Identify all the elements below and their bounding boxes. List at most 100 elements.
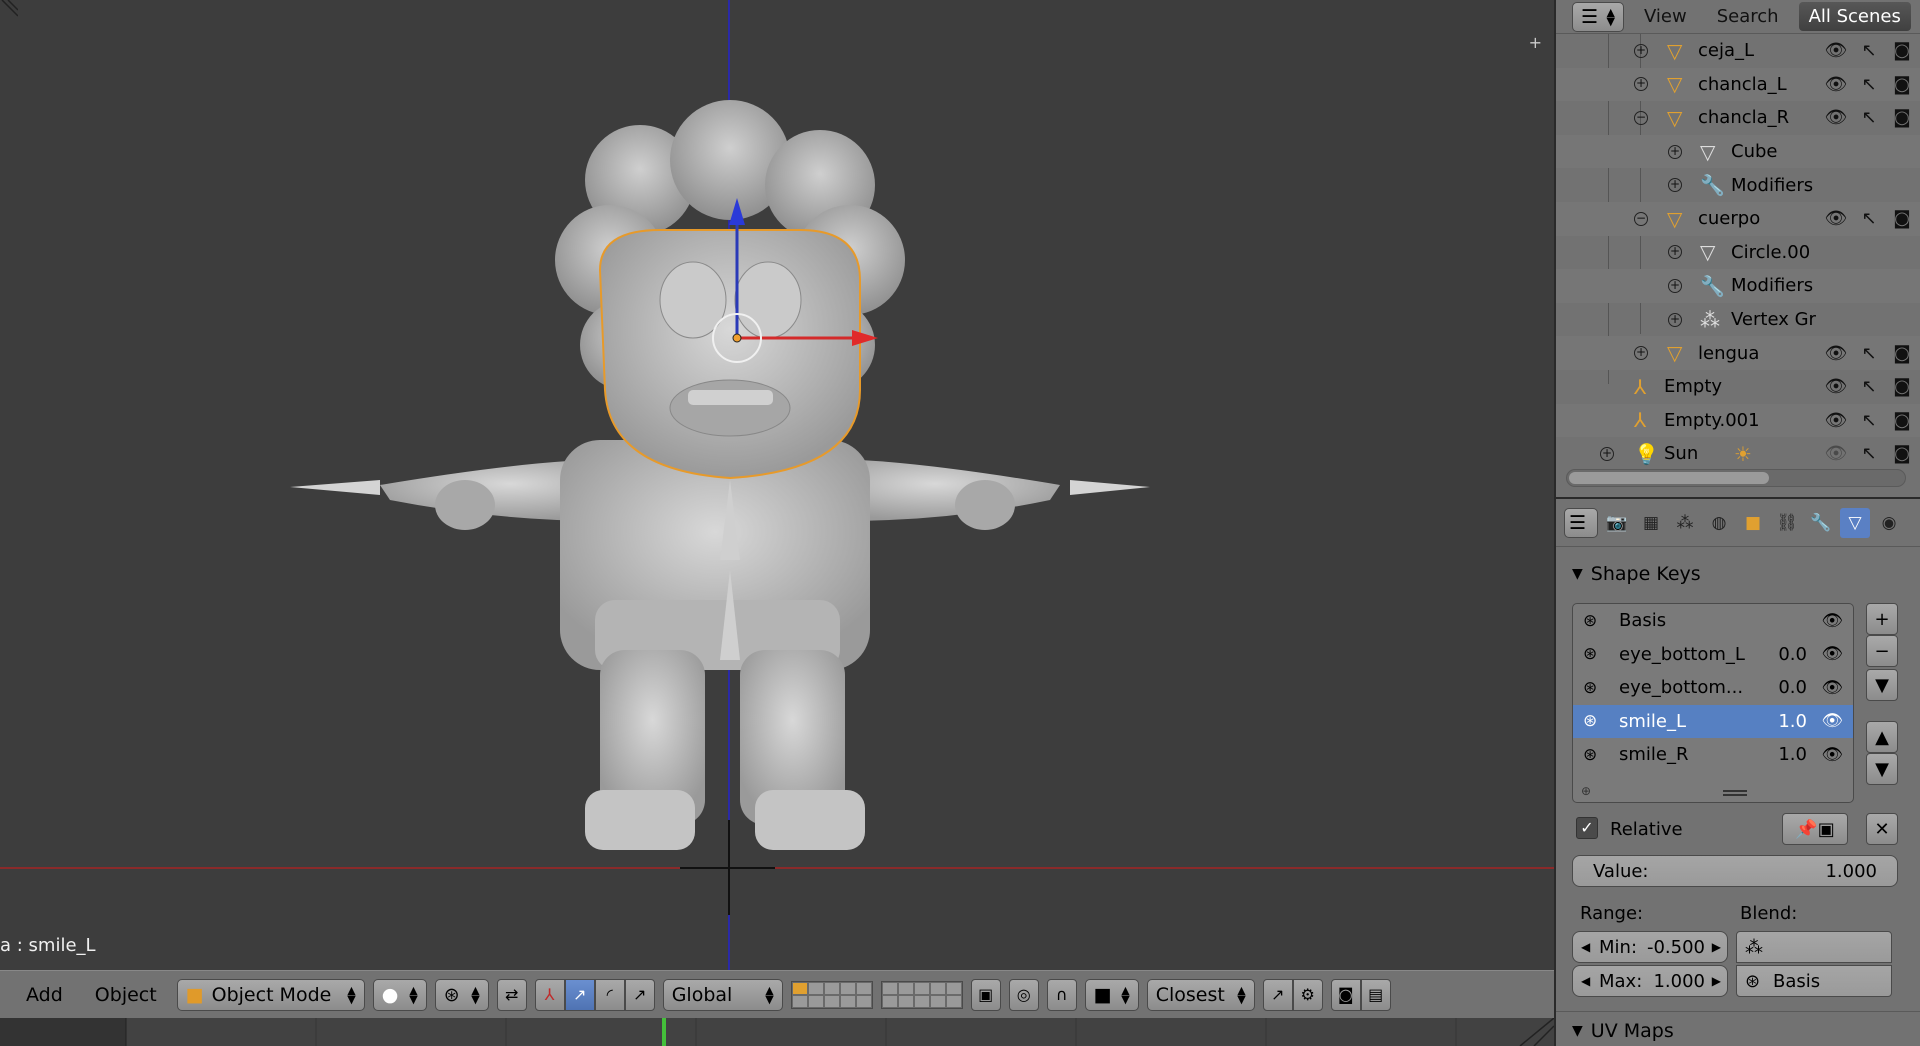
outliner-row-sun[interactable]: + 💡 Sun ☀ 👁 ↖ ◙ — [1556, 437, 1920, 471]
camera-icon[interactable]: ◙ — [1890, 40, 1914, 61]
data-tab-icon[interactable]: ▽ — [1840, 507, 1870, 538]
object-tab-icon[interactable]: ■ — [1738, 508, 1768, 538]
render-animation-icon[interactable]: ▤ — [1360, 978, 1391, 1011]
shape-key-specials-button[interactable]: ▼ — [1866, 669, 1898, 701]
outliner-row-lengua[interactable]: + ▽ lengua 👁 ↖ ◙ — [1556, 336, 1920, 370]
layer-grid-2[interactable] — [880, 980, 963, 1009]
shape-key-row[interactable]: ⊛ eye_bottom_L 0.0 👁 — [1573, 638, 1853, 672]
shape-key-value[interactable]: 1.0 — [1778, 744, 1807, 765]
select-arrow-icon[interactable]: ↖ — [1857, 343, 1881, 364]
expand-icon[interactable]: + — [1668, 278, 1682, 293]
eye-icon[interactable]: 👁 — [1824, 443, 1848, 464]
outliner-row-modifiers-2[interactable]: + 🔧 Modifiers — [1556, 269, 1920, 303]
eye-icon[interactable]: 👁 — [1821, 711, 1843, 731]
min-field[interactable]: ◀ Min: -0.500 ▶ — [1572, 931, 1728, 963]
clear-shape-key-button[interactable]: ✕ — [1866, 813, 1898, 845]
scene-tab-icon[interactable]: ⁂ — [1670, 508, 1700, 538]
eye-icon[interactable]: 👁 — [1824, 343, 1848, 364]
snap-element-dropdown[interactable]: ■ ▲ ▼ — [1084, 978, 1139, 1011]
eye-icon[interactable]: 👁 — [1821, 745, 1843, 765]
select-arrow-icon[interactable]: ↖ — [1857, 40, 1881, 61]
outliner-row-modifiers[interactable]: + 🔧 Modifiers — [1556, 168, 1920, 202]
eye-icon[interactable]: 👁 — [1821, 678, 1843, 698]
expand-icon[interactable]: + — [1668, 144, 1682, 159]
outliner-row-chancla-l[interactable]: + ▽ chancla_L 👁 ↖ ◙ — [1556, 67, 1920, 102]
layer-grid-1[interactable] — [790, 980, 873, 1009]
remove-shape-key-button[interactable]: − — [1866, 635, 1898, 667]
relative-checkbox[interactable]: ✓ — [1576, 817, 1598, 839]
world-tab-icon[interactable]: ◍ — [1704, 508, 1734, 538]
orientation-dropdown[interactable]: Global ▲ ▼ — [662, 978, 783, 1011]
constraints-tab-icon[interactable]: ⛓ — [1772, 508, 1802, 538]
eye-icon[interactable]: 👁 — [1824, 208, 1848, 229]
shape-keys-panel-header[interactable]: ▼ Shape Keys — [1556, 555, 1920, 593]
add-shape-key-button[interactable]: + — [1866, 603, 1898, 635]
outliner-row-empty-001[interactable]: ⅄ Empty.001 👁 ↖ ◙ — [1556, 403, 1920, 438]
shape-key-pin-buttons[interactable]: 📌▣ — [1782, 813, 1848, 845]
camera-icon[interactable]: ◙ — [1890, 107, 1914, 128]
camera-icon[interactable]: ◙ — [1890, 74, 1914, 95]
list-resize-handle[interactable] — [1723, 790, 1747, 796]
pivot-dropdown[interactable]: ⊛ ▲ ▼ — [434, 978, 489, 1011]
mode-dropdown[interactable]: ■ Object Mode ▲ ▼ — [176, 978, 365, 1011]
increment-arrow-icon[interactable]: ▶ — [1712, 974, 1721, 988]
timeline-strip[interactable] — [0, 1017, 1555, 1046]
outliner-row-chancla-r[interactable]: − ▽ chancla_R 👁 ↖ ◙ — [1556, 101, 1920, 135]
rotate-icon[interactable]: ◜ — [594, 978, 625, 1011]
editor-type-dropdown[interactable]: ☰ — [1564, 507, 1598, 538]
collapse-icon[interactable]: − — [1634, 211, 1648, 226]
outliner-horizontal-scrollbar[interactable] — [1566, 469, 1906, 487]
expand-icon[interactable]: + — [1668, 178, 1682, 193]
proportional-edit-icon[interactable]: ◎ — [1008, 978, 1039, 1011]
list-filter-toggle-icon[interactable]: ⊕ — [1581, 784, 1591, 798]
select-arrow-icon[interactable]: ↖ — [1857, 410, 1881, 431]
decrement-arrow-icon[interactable]: ◀ — [1581, 974, 1590, 988]
outliner-row-vertex-groups[interactable]: + ⁂ Vertex Gr — [1556, 303, 1920, 337]
shape-key-value[interactable]: 1.0 — [1778, 711, 1807, 732]
eye-icon[interactable]: 👁 — [1824, 107, 1848, 128]
outliner-row-cube-mesh[interactable]: + ▽ Cube — [1556, 134, 1920, 169]
increment-arrow-icon[interactable]: ▶ — [1712, 940, 1721, 954]
object-menu[interactable]: Object — [83, 980, 169, 1010]
camera-icon[interactable]: ◙ — [1890, 208, 1914, 229]
outliner-row-empty[interactable]: ⅄ Empty 👁 ↖ ◙ — [1556, 370, 1920, 404]
uv-maps-panel-header[interactable]: ▼ UV Maps — [1556, 1011, 1920, 1046]
expand-icon[interactable]: + — [1668, 245, 1682, 260]
max-field[interactable]: ◀ Max: 1.000 ▶ — [1572, 965, 1728, 997]
camera-icon[interactable]: ◙ — [1890, 410, 1914, 431]
scene-filter-dropdown[interactable]: All Scenes — [1798, 2, 1911, 31]
select-arrow-icon[interactable]: ↖ — [1857, 74, 1881, 95]
lock-layers-icon[interactable]: ▣ — [970, 978, 1001, 1011]
outliner-row-circle-mesh[interactable]: + ▽ Circle.00 — [1556, 236, 1920, 270]
eye-icon[interactable]: 👁 — [1821, 644, 1843, 664]
render-layers-tab-icon[interactable]: ▦ — [1636, 508, 1666, 538]
view-menu[interactable]: View — [1634, 4, 1697, 29]
add-menu[interactable]: Add — [14, 980, 75, 1010]
move-down-button[interactable]: ▼ — [1866, 753, 1898, 785]
shading-dropdown[interactable]: ● ▲ ▼ — [372, 978, 427, 1011]
shape-key-value[interactable]: 0.0 — [1778, 644, 1807, 665]
eye-icon[interactable]: 👁 — [1821, 611, 1843, 631]
shape-key-row[interactable]: ⊛ Basis 👁 — [1573, 604, 1853, 638]
display-mode-dropdown[interactable]: ☰ ▲ ▼ — [1572, 1, 1624, 32]
render-tab-icon[interactable]: 📷 — [1602, 508, 1632, 538]
move-up-button[interactable]: ▲ — [1866, 721, 1898, 753]
select-arrow-icon[interactable]: ↖ — [1857, 208, 1881, 229]
render-still-icon[interactable]: ◙ — [1330, 978, 1361, 1011]
snap-target-dropdown[interactable]: Closest ▲ ▼ — [1146, 978, 1255, 1011]
decrement-arrow-icon[interactable]: ◀ — [1581, 940, 1590, 954]
manipulator-toggle-icon[interactable]: ⇄ — [496, 978, 527, 1011]
scale-icon[interactable]: ↗ — [624, 978, 655, 1011]
expand-icon[interactable]: + — [1634, 43, 1648, 58]
snap-align-rotation-icon[interactable]: ↗ — [1262, 978, 1293, 1011]
viewport-toolshelf-toggle[interactable]: + — [1529, 33, 1542, 52]
expand-icon[interactable]: + — [1634, 346, 1648, 361]
modifiers-tab-icon[interactable]: 🔧 — [1806, 508, 1836, 538]
eye-icon[interactable]: 👁 — [1824, 376, 1848, 397]
camera-icon[interactable]: ◙ — [1890, 443, 1914, 464]
expand-icon[interactable]: + — [1634, 77, 1648, 92]
shape-key-value[interactable]: 0.0 — [1778, 677, 1807, 698]
shape-key-row[interactable]: ⊛ eye_bottom... 0.0 👁 — [1573, 671, 1853, 705]
scrollbar-thumb[interactable] — [1569, 472, 1769, 484]
blend-vertex-group-field[interactable]: ⁂ — [1736, 931, 1892, 963]
